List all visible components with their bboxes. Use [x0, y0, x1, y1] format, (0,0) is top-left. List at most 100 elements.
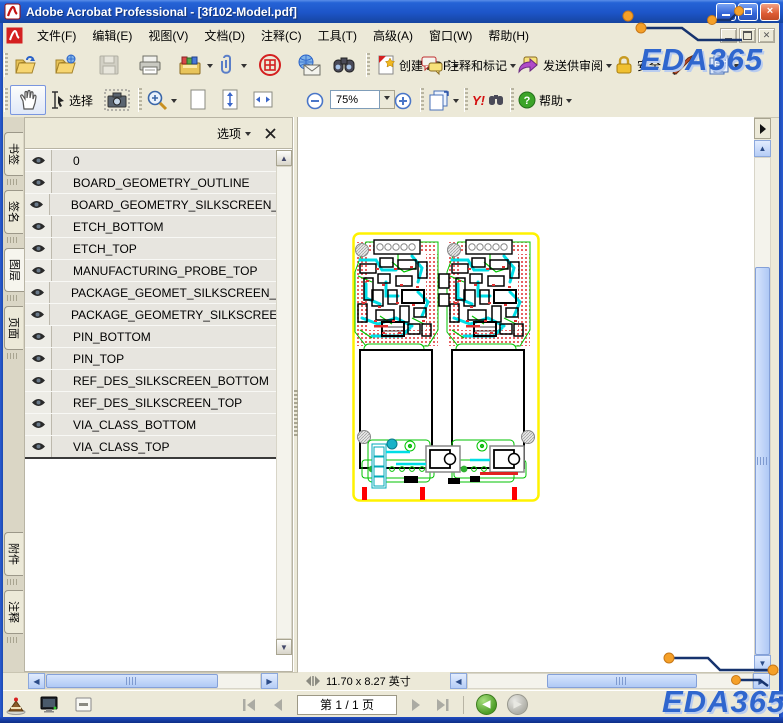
menu-document[interactable]: 文档(D) — [196, 24, 253, 47]
select-tool-button[interactable]: 选择 — [46, 86, 95, 114]
layer-row[interactable]: BOARD_GEOMETRY_OUTLINE — [25, 172, 276, 194]
zoom-tool-button[interactable] — [144, 86, 179, 114]
email-button[interactable] — [294, 51, 324, 79]
splitter-handle-icon[interactable] — [306, 676, 320, 686]
toolbar-grip[interactable] — [464, 88, 468, 112]
toolbar-grip[interactable] — [366, 53, 370, 77]
layer-visibility-toggle[interactable] — [25, 414, 52, 435]
zoom-level-combo[interactable]: 75% — [330, 90, 395, 109]
send-review-button[interactable]: 发送供审阅 — [514, 51, 614, 79]
doc-close-button[interactable]: ✕ — [758, 28, 775, 43]
fit-width-button[interactable] — [250, 86, 276, 114]
actual-size-button[interactable] — [186, 86, 210, 114]
hand-tool-button[interactable] — [10, 85, 46, 115]
toolbar-grip[interactable] — [4, 53, 8, 77]
first-page-button[interactable] — [241, 698, 259, 712]
tab-bookmarks[interactable]: 书签 — [4, 132, 23, 176]
menu-help[interactable]: 帮助(H) — [480, 24, 537, 47]
open-button[interactable] — [12, 51, 40, 79]
layer-visibility-toggle[interactable] — [25, 172, 52, 193]
layer-row[interactable]: PIN_TOP — [25, 348, 276, 370]
next-page-button[interactable] — [407, 698, 425, 712]
layer-visibility-toggle[interactable] — [25, 282, 50, 303]
stamp-button[interactable] — [256, 51, 284, 79]
save-button[interactable] — [96, 51, 122, 79]
open-web-button[interactable] — [52, 51, 80, 79]
layer-row[interactable]: REF_DES_SILKSCREEN_BOTTOM — [25, 370, 276, 392]
layer-visibility-toggle[interactable] — [25, 370, 52, 391]
menu-advanced[interactable]: 高级(A) — [365, 24, 421, 47]
layer-visibility-toggle[interactable] — [25, 392, 52, 413]
layer-row[interactable]: PIN_BOTTOM — [25, 326, 276, 348]
toolbar-grip[interactable] — [510, 88, 514, 112]
layer-row[interactable]: VIA_CLASS_TOP — [25, 436, 276, 459]
layer-row[interactable]: REF_DES_SILKSCREEN_TOP — [25, 392, 276, 414]
toolbar-grip[interactable] — [4, 88, 8, 112]
doc-vscrollbar-thumb[interactable] — [755, 267, 770, 655]
expand-pane-button[interactable] — [754, 118, 771, 139]
print-button[interactable] — [136, 51, 164, 79]
options-menu-button[interactable]: 选项 — [217, 125, 251, 142]
menu-comments[interactable]: 注释(C) — [253, 24, 310, 47]
panel-scroll-left-button[interactable]: ◀ — [28, 673, 45, 689]
layer-visibility-toggle[interactable] — [25, 348, 52, 369]
attach-button[interactable] — [216, 51, 249, 79]
search-button[interactable] — [330, 51, 358, 79]
panel-scroll-down-button[interactable]: ▼ — [276, 639, 292, 655]
doc-scroll-up-button[interactable]: ▲ — [754, 140, 771, 157]
layer-visibility-toggle[interactable] — [25, 194, 50, 215]
layer-visibility-toggle[interactable] — [25, 216, 52, 237]
menu-window[interactable]: 窗口(W) — [421, 24, 480, 47]
tab-signatures[interactable]: 签名 — [4, 190, 23, 234]
help-button[interactable]: ? 帮助 — [516, 86, 574, 114]
fit-page-button[interactable] — [218, 86, 242, 114]
tab-attachments[interactable]: 附件 — [4, 532, 23, 576]
page-display-button[interactable] — [426, 86, 461, 114]
maximize-button[interactable] — [738, 3, 758, 21]
panel-scroll-up-button[interactable]: ▲ — [276, 150, 292, 166]
layer-row[interactable]: 0 — [25, 150, 276, 172]
layer-visibility-toggle[interactable] — [25, 304, 50, 325]
doc-scroll-down-button[interactable]: ▼ — [754, 655, 771, 672]
tab-pages[interactable]: 页面 — [4, 306, 23, 350]
close-button[interactable]: × — [760, 3, 780, 21]
layer-visibility-toggle[interactable] — [25, 260, 52, 281]
layer-row[interactable]: ETCH_TOP — [25, 238, 276, 260]
layer-row[interactable]: PACKAGE_GEOMETRY_SILKSCREEN_ — [25, 304, 276, 326]
menu-file[interactable]: 文件(F) — [29, 24, 84, 47]
monitor-icon[interactable] — [40, 696, 59, 713]
tab-layers[interactable]: 图层 — [4, 248, 24, 292]
doc-minimize-button[interactable] — [720, 28, 737, 43]
layer-visibility-toggle[interactable] — [25, 238, 52, 259]
toolbar-grip[interactable] — [420, 88, 424, 112]
snapshot-tool-button[interactable] — [102, 86, 132, 114]
doc-restore-button[interactable] — [739, 28, 756, 43]
layer-row[interactable]: PACKAGE_GEOMET_SILKSCREEN_BC — [25, 282, 276, 304]
menu-tools[interactable]: 工具(T) — [310, 24, 365, 47]
layer-row[interactable]: VIA_CLASS_BOTTOM — [25, 414, 276, 436]
panel-close-icon[interactable] — [265, 128, 276, 139]
panel-scroll-right-button[interactable]: ▶ — [261, 673, 278, 689]
toolbar-grip[interactable] — [138, 88, 142, 112]
previous-page-button[interactable] — [269, 698, 287, 712]
yahoo-search-button[interactable]: Y! — [470, 86, 506, 114]
layer-visibility-toggle[interactable] — [25, 150, 52, 171]
layer-visibility-toggle[interactable] — [25, 436, 52, 457]
layer-row[interactable]: MANUFACTURING_PROBE_TOP — [25, 260, 276, 282]
zoom-out-button[interactable] — [304, 87, 326, 115]
layer-row[interactable]: ETCH_BOTTOM — [25, 216, 276, 238]
page-indicator-box[interactable]: 第 1 / 1 页 — [297, 695, 397, 715]
layer-row[interactable]: BOARD_GEOMETRY_SILKSCREEN_TO — [25, 194, 276, 216]
menu-view[interactable]: 视图(V) — [140, 24, 196, 47]
layer-visibility-toggle[interactable] — [25, 326, 52, 347]
single-page-mode-icon[interactable] — [75, 697, 92, 712]
doc-scroll-left-button[interactable]: ◀ — [450, 673, 467, 689]
zoom-in-button[interactable] — [392, 87, 414, 115]
next-view-button[interactable]: ▶ — [507, 694, 528, 715]
organizer-button[interactable] — [176, 51, 215, 79]
comment-markup-button[interactable]: 注释和标记 — [418, 51, 518, 79]
panel-scrollbar-track[interactable] — [276, 166, 292, 639]
last-page-button[interactable] — [433, 698, 451, 712]
tab-comments[interactable]: 注释 — [4, 590, 23, 634]
panel-hscrollbar-thumb[interactable] — [46, 674, 218, 688]
